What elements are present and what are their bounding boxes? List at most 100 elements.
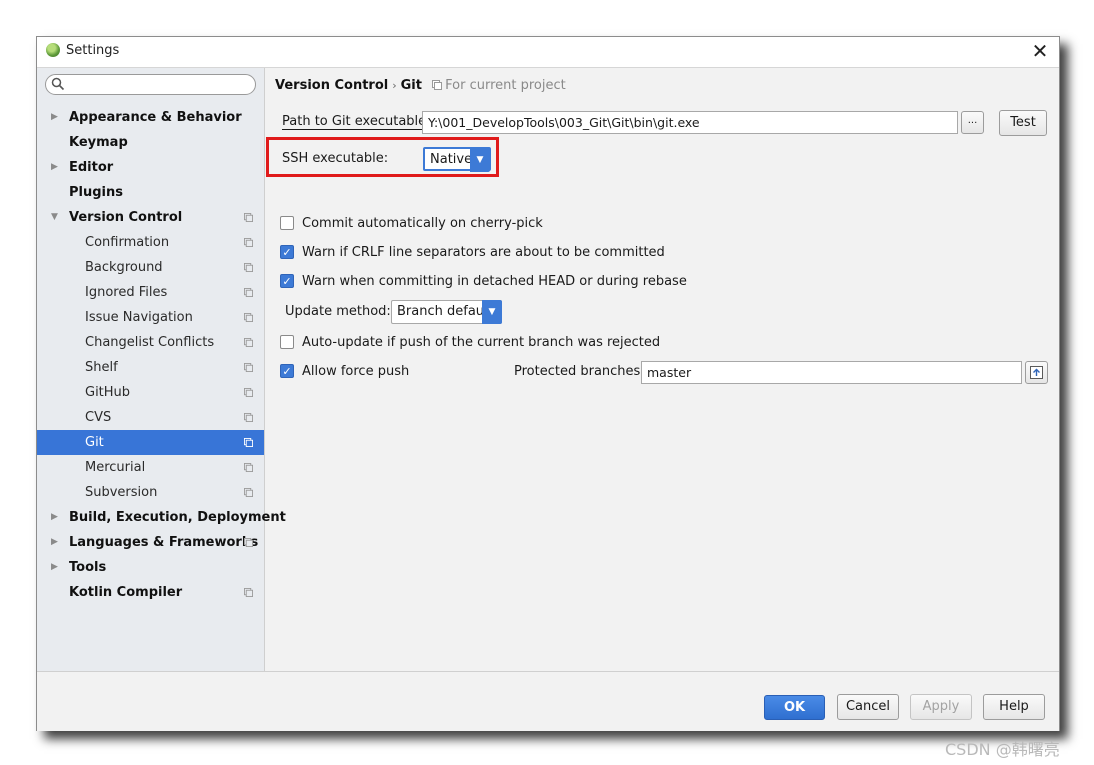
sidebar-item-label: Keymap xyxy=(69,135,128,150)
checkbox-icon xyxy=(280,335,294,349)
breadcrumb-separator: › xyxy=(392,79,397,92)
sidebar-item-ignored-files[interactable]: Ignored Files xyxy=(37,280,264,305)
sidebar-item-shelf[interactable]: Shelf xyxy=(37,355,264,380)
title-bar: Settings ✕ xyxy=(37,37,1059,68)
project-scope-icon xyxy=(244,538,253,547)
settings-tree: ▶ Appearance & Behavior Keymap ▶ Editor Plugi… xyxy=(37,105,286,605)
sidebar-item-languages-frameworks[interactable]: ▶ Languages & Frameworks xyxy=(37,530,264,555)
sidebar-item-cvs[interactable]: CVS xyxy=(37,405,264,430)
sidebar-item-label: Kotlin Compiler xyxy=(69,585,183,600)
sidebar-item-label: Background xyxy=(85,260,163,275)
settings-sidebar: ▶ Appearance & Behavior Keymap ▶ Editor Plugi… xyxy=(37,68,286,671)
chevron-down-icon: ▼ xyxy=(482,300,502,324)
project-scope-icon xyxy=(244,313,253,322)
expanded-arrow-icon[interactable]: ▼ xyxy=(51,205,58,230)
sidebar-item-label: GitHub xyxy=(85,385,131,400)
browse-button[interactable]: ... xyxy=(961,111,984,134)
project-scope-icon xyxy=(244,238,253,247)
app-logo-icon xyxy=(46,43,60,57)
breadcrumb-parent[interactable]: Version Control xyxy=(275,78,388,93)
search-input[interactable] xyxy=(45,74,256,95)
sidebar-item-label: Editor xyxy=(69,160,114,175)
project-scope-icon xyxy=(244,463,253,472)
sidebar-item-issue-navigation[interactable]: Issue Navigation xyxy=(37,305,264,330)
cancel-button[interactable]: Cancel xyxy=(837,694,899,720)
crlf-warning-label: Warn if CRLF line separators are about t… xyxy=(302,245,665,260)
sidebar-item-subversion[interactable]: Subversion xyxy=(37,480,264,505)
sidebar-item-label: Subversion xyxy=(85,485,158,500)
sidebar-item-label: Languages & Frameworks xyxy=(69,535,259,550)
close-icon[interactable]: ✕ xyxy=(1029,39,1051,63)
protected-branches-label: Protected branches: xyxy=(514,364,645,379)
project-scope-icon xyxy=(244,338,253,347)
sidebar-item-changelist-conflicts[interactable]: Changelist Conflicts xyxy=(37,330,264,355)
update-method-dropdown[interactable]: Branch default ▼ xyxy=(391,300,502,324)
sidebar-item-label: CVS xyxy=(85,410,112,425)
protected-branches-field[interactable]: master xyxy=(641,361,1022,384)
sidebar-item-label: Mercurial xyxy=(85,460,146,475)
expand-field-button[interactable] xyxy=(1025,361,1048,384)
sidebar-item-keymap[interactable]: Keymap xyxy=(37,130,264,155)
sidebar-item-label: Ignored Files xyxy=(85,285,168,300)
sidebar-item-label: Appearance & Behavior xyxy=(69,110,242,125)
ssh-executable-dropdown[interactable]: Native ▼ xyxy=(423,147,491,172)
collapsed-arrow-icon[interactable]: ▶ xyxy=(51,105,58,130)
git-path-field[interactable]: Y:\001_DevelopTools\003_Git\Git\bin\git.… xyxy=(422,111,958,134)
checkbox-checked-icon: ✓ xyxy=(280,364,294,378)
sidebar-item-label: Plugins xyxy=(69,185,123,200)
collapsed-arrow-icon[interactable]: ▶ xyxy=(51,530,58,555)
breadcrumb-current: Git xyxy=(400,78,422,93)
sidebar-item-mercurial[interactable]: Mercurial xyxy=(37,455,264,480)
sidebar-item-label: Build, Execution, Deployment xyxy=(69,510,286,525)
sidebar-item-kotlin-compiler[interactable]: Kotlin Compiler xyxy=(37,580,264,605)
sidebar-item-label: Shelf xyxy=(85,360,118,375)
sidebar-item-build-execution-deployment[interactable]: ▶ Build, Execution, Deployment xyxy=(37,505,286,530)
chevron-down-icon: ▼ xyxy=(470,148,490,172)
project-scope-icon xyxy=(244,213,253,222)
cherry-pick-label: Commit automatically on cherry-pick xyxy=(302,216,543,231)
checkbox-checked-icon: ✓ xyxy=(280,245,294,259)
checkbox-checked-icon: ✓ xyxy=(280,274,294,288)
settings-dialog: Settings ✕ ▶ Appearance & Behavior Keymap ▶… xyxy=(36,36,1060,731)
sidebar-item-label: Issue Navigation xyxy=(85,310,193,325)
project-scope-icon xyxy=(244,413,253,422)
sidebar-item-editor[interactable]: ▶ Editor xyxy=(37,155,264,180)
dialog-footer: OK Cancel Apply Help xyxy=(37,671,1059,731)
watermark: CSDN @韩曙亮 xyxy=(945,740,1060,759)
sidebar-item-version-control[interactable]: ▼ Version Control xyxy=(37,205,264,230)
ssh-executable-value: Native xyxy=(430,152,473,167)
test-button[interactable]: Test xyxy=(999,110,1047,136)
sidebar-item-git[interactable]: Git xyxy=(37,430,264,455)
ok-button[interactable]: OK xyxy=(764,695,825,720)
project-scope-icon xyxy=(244,363,253,372)
sidebar-item-label: Changelist Conflicts xyxy=(85,335,215,350)
sidebar-item-github[interactable]: GitHub xyxy=(37,380,264,405)
force-push-label: Allow force push xyxy=(302,364,410,379)
project-scope-icon xyxy=(244,488,253,497)
project-scope-icon xyxy=(244,388,253,397)
help-button[interactable]: Help xyxy=(983,694,1045,720)
sidebar-item-label: Confirmation xyxy=(85,235,170,250)
detached-head-warning-label: Warn when committing in detached HEAD or… xyxy=(302,274,687,289)
checkbox-icon xyxy=(280,216,294,230)
collapsed-arrow-icon[interactable]: ▶ xyxy=(51,505,58,530)
collapsed-arrow-icon[interactable]: ▶ xyxy=(51,155,58,180)
sidebar-item-background[interactable]: Background xyxy=(37,255,264,280)
project-scope-icon xyxy=(244,288,253,297)
sidebar-item-confirmation[interactable]: Confirmation xyxy=(37,230,264,255)
apply-button[interactable]: Apply xyxy=(910,694,972,720)
update-method-value: Branch default xyxy=(397,304,493,319)
sidebar-item-label: Git xyxy=(85,435,104,450)
git-path-label: Path to Git executable: xyxy=(282,114,431,129)
project-scope-icon xyxy=(432,80,443,90)
update-method-label: Update method: xyxy=(285,304,391,319)
sidebar-item-tools[interactable]: ▶ Tools xyxy=(37,555,264,580)
window-title: Settings xyxy=(66,43,120,58)
collapsed-arrow-icon[interactable]: ▶ xyxy=(51,555,58,580)
search-icon xyxy=(51,77,65,91)
project-scope-icon xyxy=(244,588,253,597)
sidebar-item-appearance-behavior[interactable]: ▶ Appearance & Behavior xyxy=(37,105,264,130)
expand-icon xyxy=(1030,366,1043,379)
sidebar-item-plugins[interactable]: Plugins xyxy=(37,180,264,205)
project-scope-text: For current project xyxy=(445,78,566,93)
